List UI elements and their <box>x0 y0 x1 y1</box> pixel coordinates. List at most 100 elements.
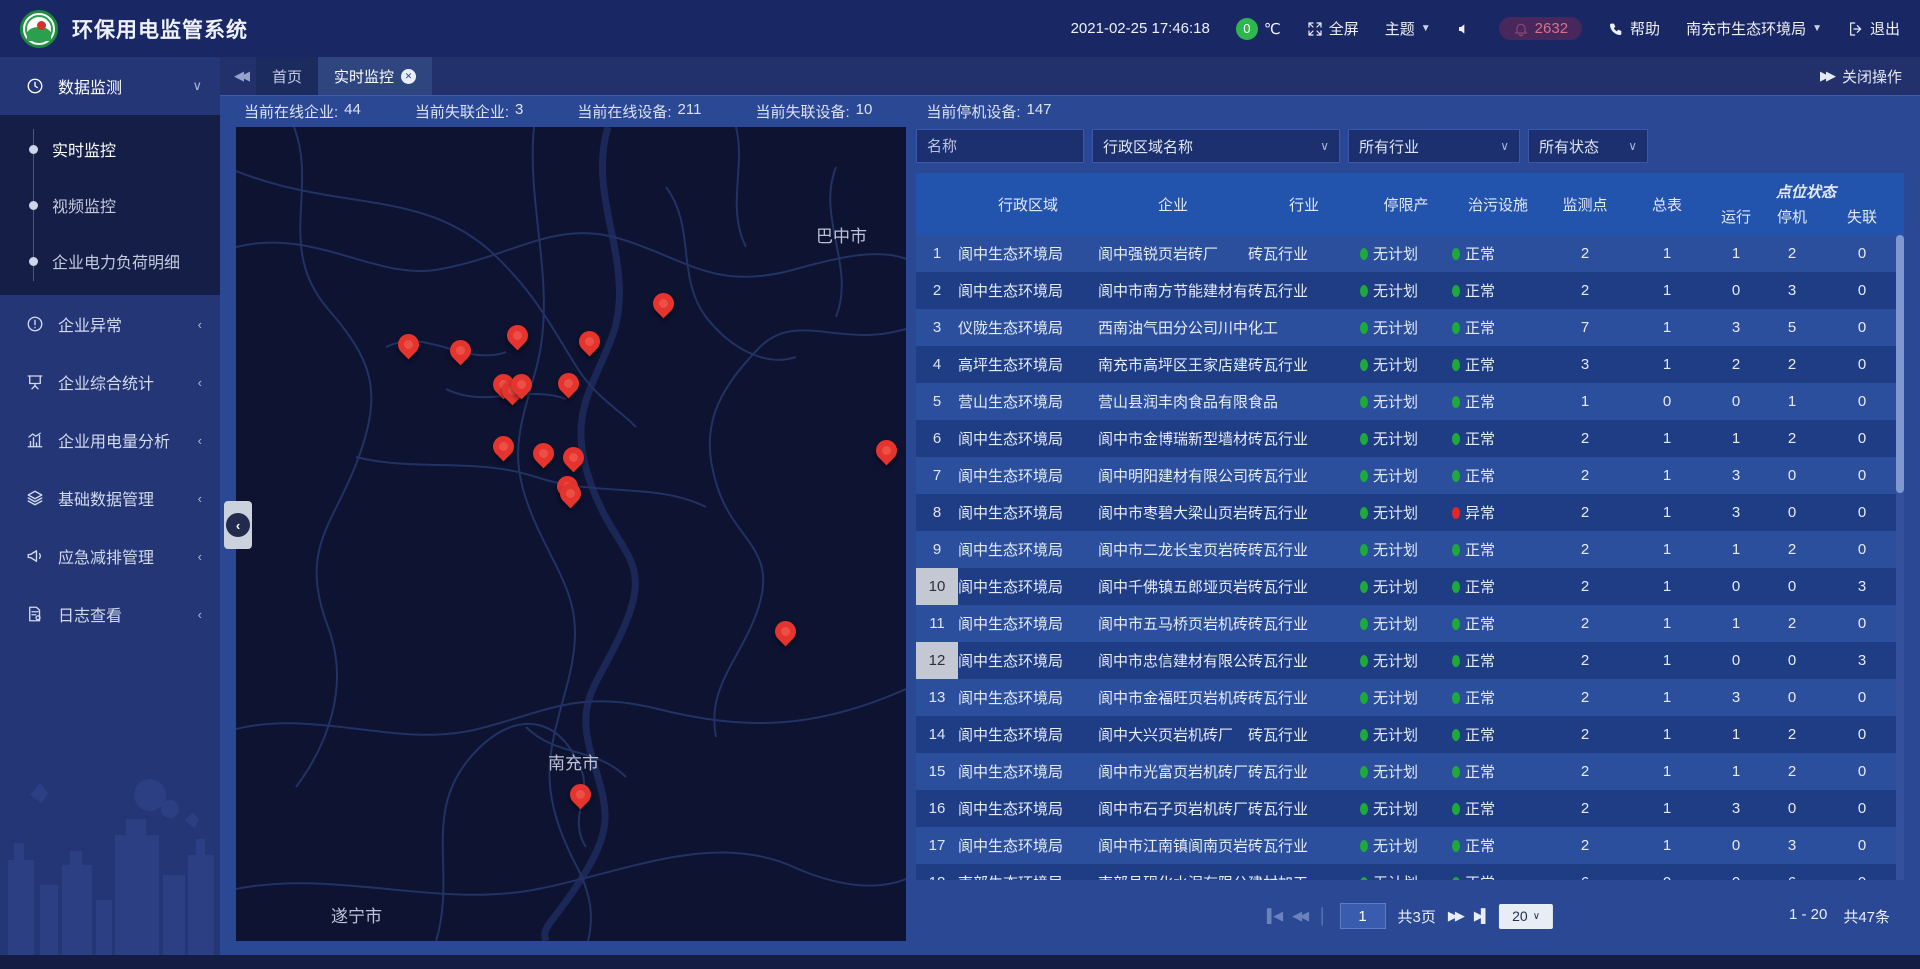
chevron-down-icon: ∨ <box>1306 139 1329 153</box>
temperature-badge: 0 <box>1236 18 1258 40</box>
chevron-down-icon: ∨ <box>1486 139 1509 153</box>
sidebar-item-realtime-monitoring[interactable]: 实时监控 <box>0 121 220 177</box>
cell-stop: 0 <box>1764 494 1820 531</box>
fullscreen-button[interactable]: 全屏 <box>1307 18 1359 39</box>
bottom-strip <box>0 955 1920 969</box>
app-logo-icon <box>20 10 58 48</box>
notification-badge[interactable]: 2632 <box>1499 17 1582 40</box>
cell-stop: 2 <box>1764 420 1820 457</box>
last-page-button[interactable]: ▶▌ <box>1474 908 1487 924</box>
chevron-left-icon: ‹ <box>198 491 202 506</box>
row-number: 3 <box>916 309 958 346</box>
table-row[interactable]: 15阆中生态环境局阆中市光富页岩机砖厂砖瓦行业无计划正常21120 <box>916 753 1904 790</box>
chevron-left-icon: ‹ <box>198 317 202 332</box>
org-dropdown[interactable]: 南充市生态环境局▼ <box>1686 18 1822 39</box>
scrollbar[interactable] <box>1896 235 1904 880</box>
cell-region: 阆中生态环境局 <box>958 272 1098 309</box>
status-dot-icon <box>1452 248 1460 260</box>
cell-industry: 砖瓦行业 <box>1248 753 1360 790</box>
cell-meters: 0 <box>1626 383 1708 420</box>
table-row[interactable]: 8阆中生态环境局阆中市枣碧大梁山页岩砖瓦行业无计划异常21300 <box>916 494 1904 531</box>
page-input[interactable] <box>1340 903 1386 929</box>
tabs-scroll-left-button[interactable]: ◀◀ <box>220 57 256 95</box>
sidebar-item-log-view[interactable]: 日志查看 ‹ <box>0 585 220 643</box>
cell-industry: 砖瓦行业 <box>1248 790 1360 827</box>
table-row[interactable]: 5营山生态环境局营山县润丰肉食品有限食品无计划正常10010 <box>916 383 1904 420</box>
status-dot-icon <box>1452 840 1460 852</box>
status-select[interactable]: 所有状态 ∨ <box>1528 129 1648 163</box>
sidebar-item-video-monitoring[interactable]: 视频监控 <box>0 177 220 233</box>
sidebar-item-base-data-management[interactable]: 基础数据管理 ‹ <box>0 469 220 527</box>
status-dot-icon <box>1360 359 1368 371</box>
table-row[interactable]: 12阆中生态环境局阆中市忠信建材有限公砖瓦行业无计划正常21003 <box>916 642 1904 679</box>
first-page-button[interactable]: ▌◀ <box>1267 908 1280 924</box>
table-row[interactable]: 3仪陇生态环境局西南油气田分公司川中化工无计划正常71350 <box>916 309 1904 346</box>
sidebar-item-enterprise-abnormal[interactable]: 企业异常 ‹ <box>0 295 220 353</box>
cell-industry: 砖瓦行业 <box>1248 531 1360 568</box>
theme-dropdown[interactable]: 主题▼ <box>1385 18 1431 39</box>
logout-button[interactable]: 退出 <box>1848 18 1900 39</box>
table-row[interactable]: 6阆中生态环境局阆中市金博瑞新型墙材砖瓦行业无计划正常21120 <box>916 420 1904 457</box>
close-tab-icon[interactable]: ✕ <box>401 69 416 84</box>
next-page-button[interactable]: ▶▶ <box>1448 908 1462 924</box>
stat-lost-devices: 当前失联设备:10 <box>755 101 872 122</box>
sidebar-item-data-monitoring[interactable]: 数据监测 ∨ <box>0 57 220 115</box>
cell-points: 2 <box>1544 531 1626 568</box>
table-row[interactable]: 1阆中生态环境局阆中强锐页岩砖厂砖瓦行业无计划正常21120 <box>916 235 1904 272</box>
tab-realtime-monitoring[interactable]: 实时监控 ✕ <box>318 57 432 95</box>
map[interactable]: ‹ 巴中市南充市遂宁市 <box>236 127 906 941</box>
status-dot-icon <box>1360 544 1368 556</box>
table-row[interactable]: 9阆中生态环境局阆中市二龙长宝页岩砖砖瓦行业无计划正常21120 <box>916 531 1904 568</box>
cell-lost: 0 <box>1820 605 1904 642</box>
region-select[interactable]: 行政区域名称 ∨ <box>1092 129 1340 163</box>
cell-company: 阆中市金福旺页岩机砖 <box>1098 679 1248 716</box>
cell-points: 2 <box>1544 679 1626 716</box>
table-row[interactable]: 16阆中生态环境局阆中市石子页岩机砖厂砖瓦行业无计划正常21300 <box>916 790 1904 827</box>
close-operations-button[interactable]: 关闭操作 <box>1842 66 1902 87</box>
sidebar-item-enterprise-statistics[interactable]: 企业综合统计 ‹ <box>0 353 220 411</box>
cell-points: 2 <box>1544 642 1626 679</box>
cell-industry: 食品 <box>1248 383 1360 420</box>
prev-page-button[interactable]: ◀◀ <box>1292 908 1306 924</box>
total-pages-label: 共3页 <box>1398 906 1436 927</box>
name-search-input[interactable] <box>916 129 1084 163</box>
table-row[interactable]: 13阆中生态环境局阆中市金福旺页岩机砖砖瓦行业无计划正常21300 <box>916 679 1904 716</box>
megaphone-icon <box>26 547 44 565</box>
table-row[interactable]: 17阆中生态环境局阆中市江南镇阆南页岩砖瓦行业无计划正常21030 <box>916 827 1904 864</box>
cell-company: 阆中市二龙长宝页岩砖 <box>1098 531 1248 568</box>
table-row[interactable]: 4高坪生态环境局南充市高坪区王家店建砖瓦行业无计划正常31220 <box>916 346 1904 383</box>
table-row[interactable]: 10阆中生态环境局阆中千佛镇五郎垭页岩砖瓦行业无计划正常21003 <box>916 568 1904 605</box>
page-size-select[interactable]: 20 ∨ <box>1499 904 1553 929</box>
chevron-down-icon: ∨ <box>192 78 202 94</box>
tabs-scroll-right-button[interactable]: ▶▶ <box>1820 68 1832 84</box>
tab-home[interactable]: 首页 <box>256 57 318 95</box>
cell-facility-status: 正常 <box>1452 235 1544 272</box>
col-company: 企业 <box>1098 173 1248 235</box>
cell-region: 阆中生态环境局 <box>958 753 1098 790</box>
row-number: 5 <box>916 383 958 420</box>
sidebar-item-power-load-detail[interactable]: 企业电力负荷明细 <box>0 233 220 289</box>
help-button[interactable]: 帮助 <box>1608 18 1660 39</box>
status-dot-icon <box>1360 396 1368 408</box>
row-number: 14 <box>916 716 958 753</box>
tab-bar: ◀◀ 首页 实时监控 ✕ ▶▶ 关闭操作 <box>220 57 1920 95</box>
pagination: ▌◀ ◀◀ │ 共3页 ▶▶ ▶▌ 20 ∨ <box>916 895 1904 937</box>
industry-select[interactable]: 所有行业 ∨ <box>1348 129 1520 163</box>
table-row[interactable]: 18南部生态环境局南部县砚化水泥有限公建材加工无计划正常60060 <box>916 864 1904 880</box>
table-row[interactable]: 11阆中生态环境局阆中市五马桥页岩机砖砖瓦行业无计划正常21120 <box>916 605 1904 642</box>
sidebar-item-power-usage-analysis[interactable]: 企业用电量分析 ‹ <box>0 411 220 469</box>
table-row[interactable]: 14阆中生态环境局阆中大兴页岩机砖厂砖瓦行业无计划正常21120 <box>916 716 1904 753</box>
row-number: 11 <box>916 605 958 642</box>
row-number: 6 <box>916 420 958 457</box>
table-row[interactable]: 7阆中生态环境局阆中明阳建材有限公司砖瓦行业无计划正常21300 <box>916 457 1904 494</box>
table-row[interactable]: 2阆中生态环境局阆中市南方节能建材有砖瓦行业无计划正常21030 <box>916 272 1904 309</box>
mute-button[interactable] <box>1457 21 1473 37</box>
sidebar-collapse-handle[interactable]: ‹ <box>224 501 252 549</box>
cell-region: 阆中生态环境局 <box>958 716 1098 753</box>
row-number: 17 <box>916 827 958 864</box>
cell-points: 6 <box>1544 864 1626 880</box>
col-lost: 失联 <box>1820 206 1904 227</box>
phone-icon <box>1608 21 1624 37</box>
sidebar-item-emergency-reduction[interactable]: 应急减排管理 ‹ <box>0 527 220 585</box>
cell-company: 阆中市忠信建材有限公 <box>1098 642 1248 679</box>
